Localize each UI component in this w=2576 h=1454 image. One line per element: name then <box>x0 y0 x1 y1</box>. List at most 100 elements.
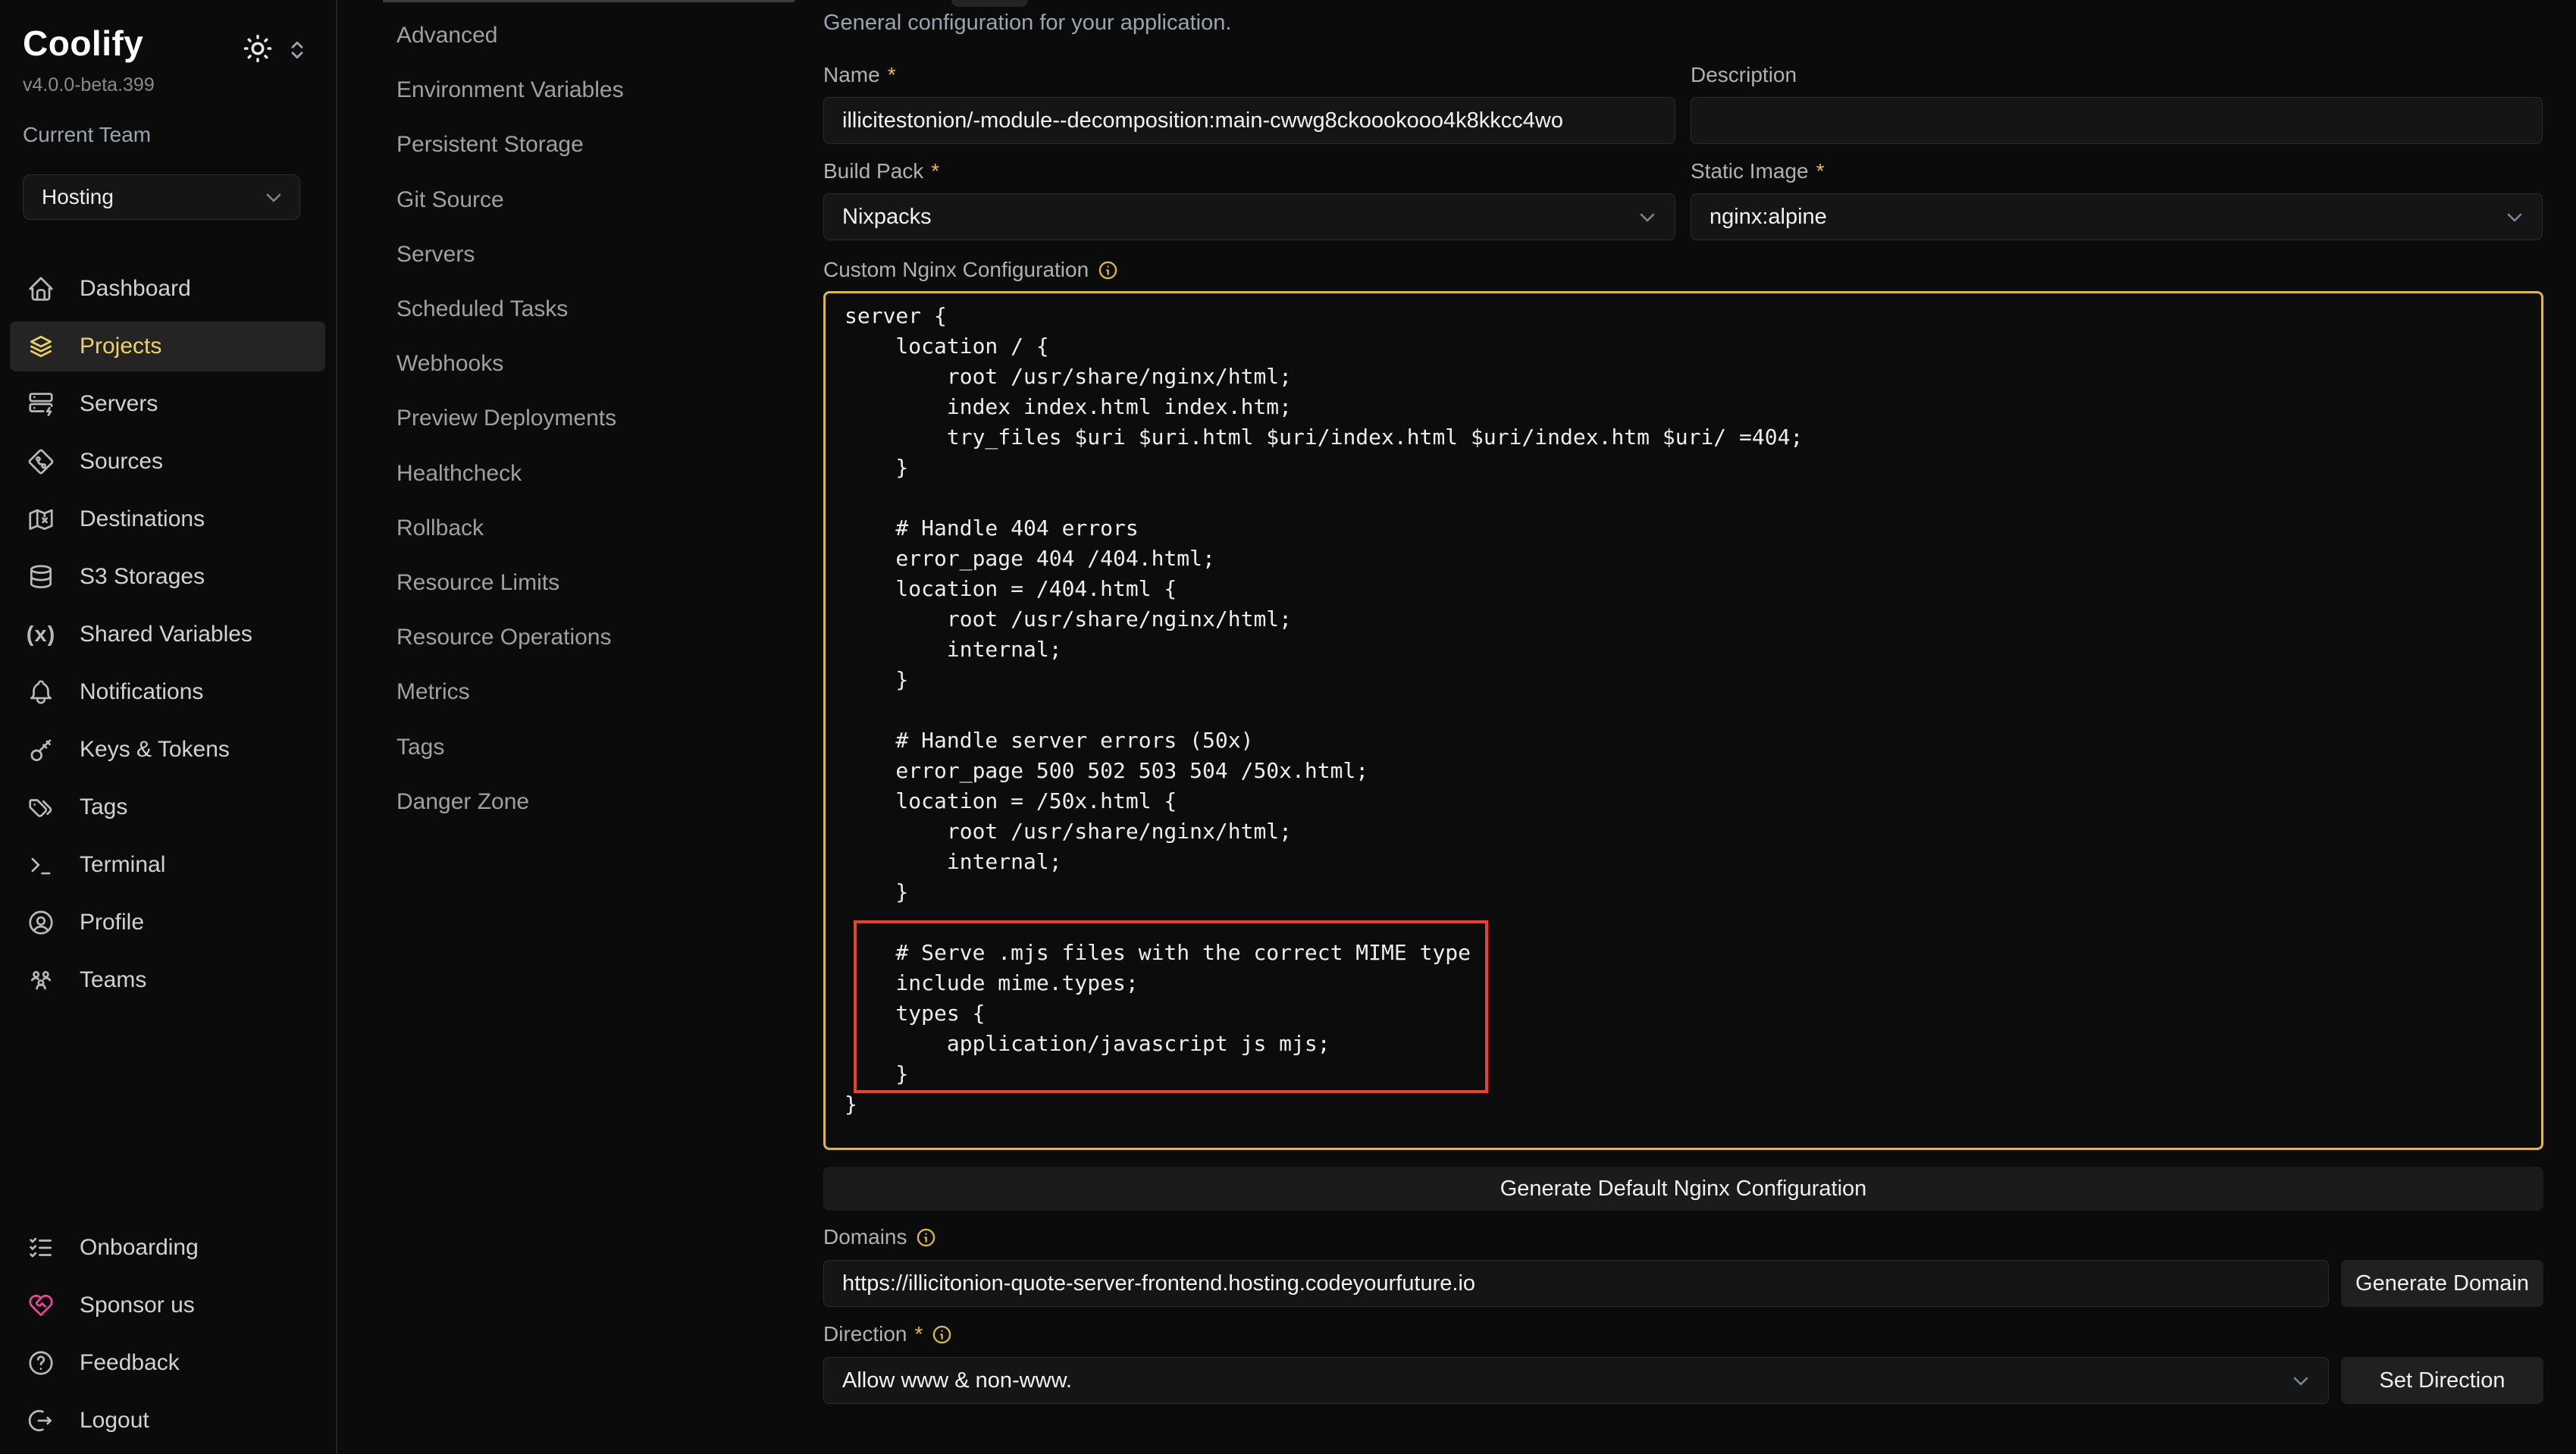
build-pack-select[interactable]: Nixpacks <box>823 193 1675 240</box>
subnav-item-tags[interactable]: Tags <box>396 731 444 764</box>
required-asterisk: * <box>914 1322 923 1346</box>
subnav-item-metrics[interactable]: Metrics <box>396 675 470 709</box>
sidebar-item-onboarding[interactable]: Onboarding <box>10 1223 325 1273</box>
chevron-down-icon <box>2502 205 2527 230</box>
set-direction-button[interactable]: Set Direction <box>2341 1357 2543 1404</box>
team-select[interactable]: Hosting <box>23 174 300 220</box>
info-icon[interactable] <box>930 1323 954 1346</box>
home-icon <box>27 274 55 303</box>
sidebar-item-notifications[interactable]: Notifications <box>10 667 325 717</box>
domains-label: Domains <box>823 1225 938 1249</box>
app-version: v4.0.0-beta.399 <box>23 74 155 96</box>
sidebar-item-destinations[interactable]: Destinations <box>10 494 325 544</box>
checklist-icon <box>27 1233 55 1262</box>
sidebar-item-feedback[interactable]: Feedback <box>10 1338 325 1388</box>
subnav-item-danger-zone[interactable]: Danger Zone <box>396 785 529 819</box>
sidebar-item-label: Sponsor us <box>80 1293 195 1318</box>
required-asterisk: * <box>1816 159 1825 183</box>
sidebar-item-sponsor-us[interactable]: Sponsor us <box>10 1280 325 1330</box>
direction-select[interactable]: Allow www & non-www. <box>823 1357 2329 1404</box>
subnav-item-resource-limits[interactable]: Resource Limits <box>396 566 559 600</box>
sidebar-item-servers[interactable]: Servers <box>10 379 325 429</box>
git-source-icon <box>27 447 55 476</box>
sidebar-item-label: Onboarding <box>80 1235 199 1261</box>
subnav-item-environment-variables[interactable]: Environment Variables <box>396 74 624 107</box>
stack-icon <box>27 332 55 361</box>
map-icon <box>27 505 55 534</box>
subnav-item-rollback[interactable]: Rollback <box>396 512 484 545</box>
subnav-item-healthcheck[interactable]: Healthcheck <box>396 457 522 490</box>
sidebar-item-label: Projects <box>80 334 161 359</box>
chevron-down-icon <box>262 186 286 210</box>
bell-icon <box>27 678 55 707</box>
sidebar-item-profile[interactable]: Profile <box>10 898 325 948</box>
subnav-item-webhooks[interactable]: Webhooks <box>396 347 503 381</box>
subnav-item-git-source[interactable]: Git Source <box>396 183 504 217</box>
sidebar-item-label: Notifications <box>80 679 203 705</box>
app-logo: Coolify <box>23 23 143 64</box>
sidebar-item-dashboard[interactable]: Dashboard <box>10 264 325 314</box>
primary-sidebar: Coolify v4.0.0-beta.399 Current Team Hos… <box>0 0 337 1454</box>
sidebar-item-label: Shared Variables <box>80 622 252 647</box>
nginx-config-label: Custom Nginx Configuration <box>823 258 1120 282</box>
required-asterisk: * <box>931 159 939 183</box>
sidebar-item-label: Teams <box>80 967 146 993</box>
sidebar-item-label: Servers <box>80 391 158 417</box>
generate-domain-button[interactable]: Generate Domain <box>2341 1260 2543 1307</box>
sidebar-item-sources[interactable]: Sources <box>10 437 325 487</box>
domains-input[interactable] <box>823 1260 2329 1307</box>
required-asterisk: * <box>888 63 896 87</box>
sidebar-item-label: Logout <box>80 1408 149 1434</box>
key-icon <box>27 735 55 764</box>
sidebar-item-label: Feedback <box>80 1350 180 1376</box>
sidebar-item-shared-variables[interactable]: (x)Shared Variables <box>10 609 325 660</box>
selector-icon[interactable] <box>284 36 311 64</box>
static-image-value: nginx:alpine <box>1709 205 1827 230</box>
direction-value: Allow www & non-www. <box>842 1368 1072 1393</box>
current-team-label: Current Team <box>23 123 151 147</box>
sidebar-item-label: Tags <box>80 794 127 820</box>
subnav-top-divider <box>383 0 794 2</box>
team-select-value: Hosting <box>42 185 114 209</box>
chevron-down-icon <box>2289 1369 2313 1393</box>
subnav-item-persistent-storage[interactable]: Persistent Storage <box>396 128 584 161</box>
info-icon[interactable] <box>1096 259 1120 282</box>
sidebar-item-terminal[interactable]: Terminal <box>10 840 325 890</box>
sidebar-item-s3-storages[interactable]: S3 Storages <box>10 552 325 602</box>
database-icon <box>27 562 55 591</box>
name-input[interactable] <box>823 97 1675 144</box>
generate-default-nginx-button[interactable]: Generate Default Nginx Configuration <box>823 1167 2543 1211</box>
sidebar-item-teams[interactable]: Teams <box>10 955 325 1005</box>
static-image-select[interactable]: nginx:alpine <box>1691 193 2543 240</box>
sidebar-item-projects[interactable]: Projects <box>10 321 325 371</box>
description-label: Description <box>1691 63 1797 87</box>
name-label: Name* <box>823 63 896 87</box>
subnav-item-preview-deployments[interactable]: Preview Deployments <box>396 402 616 435</box>
terminal-icon <box>27 851 55 879</box>
sidebar-item-keys-tokens[interactable]: Keys & Tokens <box>10 725 325 775</box>
sidebar-item-label: Destinations <box>80 506 205 532</box>
direction-label: Direction* <box>823 1322 954 1346</box>
theme-toggle-sun-icon[interactable] <box>241 32 274 65</box>
nginx-config-editor[interactable]: server { location / { root /usr/share/ng… <box>823 291 2543 1150</box>
subnav-item-scheduled-tasks[interactable]: Scheduled Tasks <box>396 293 568 326</box>
description-input[interactable] <box>1691 97 2543 144</box>
sidebar-item-label: Profile <box>80 910 144 935</box>
heart-handshake-icon <box>27 1291 55 1320</box>
subnav-item-resource-operations[interactable]: Resource Operations <box>396 621 611 654</box>
user-circle-icon <box>27 908 55 937</box>
subnav-item-servers[interactable]: Servers <box>396 238 475 271</box>
info-icon[interactable] <box>914 1226 938 1249</box>
subnav-item-advanced[interactable]: Advanced <box>396 19 497 52</box>
server-icon <box>27 390 55 418</box>
sidebar-item-label: Sources <box>80 449 163 475</box>
static-image-label: Static Image* <box>1691 159 1825 183</box>
sidebar-item-label: Keys & Tokens <box>80 737 230 763</box>
build-pack-value: Nixpacks <box>842 205 932 230</box>
users-icon <box>27 966 55 995</box>
highlight-annotation-box <box>854 920 1488 1093</box>
sidebar-item-tags[interactable]: Tags <box>10 782 325 832</box>
cutoff-element <box>951 0 1028 7</box>
sidebar-item-label: Terminal <box>80 852 165 878</box>
sidebar-item-logout[interactable]: Logout <box>10 1396 325 1446</box>
